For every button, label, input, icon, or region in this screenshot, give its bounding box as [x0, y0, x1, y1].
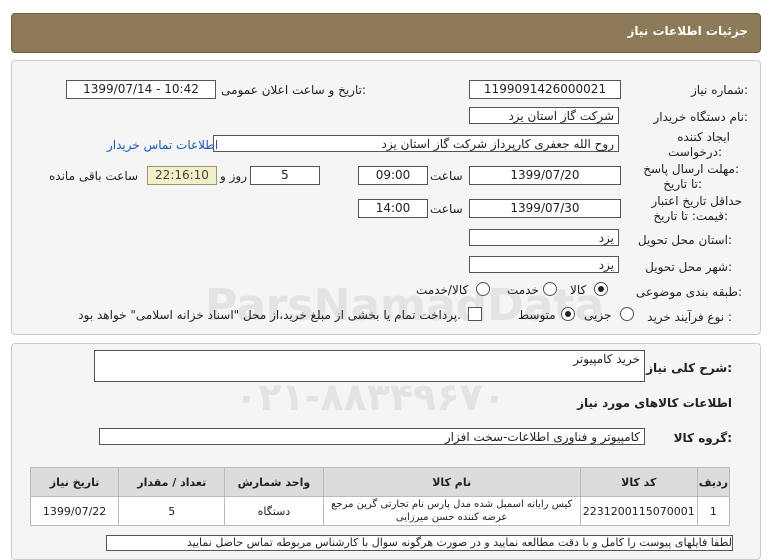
- days-field: 5: [250, 166, 320, 185]
- page-header: جزئیات اطلاعات نیاز: [11, 13, 761, 53]
- category-goods-service-label: کالا/خدمت: [416, 283, 469, 297]
- category-goods-service-radio[interactable]: [476, 282, 490, 296]
- row-number-cell: 1: [696, 496, 731, 526]
- creator-label-1: ایجاد کننده: [677, 130, 730, 144]
- city-field: یزد: [469, 256, 619, 273]
- page-title: جزئیات اطلاعات نیاز: [627, 24, 748, 38]
- date-cell: 1399/07/22: [29, 496, 120, 526]
- code-cell: 2231200115070001: [579, 496, 698, 526]
- deadline-time-label: ساعت: [430, 169, 463, 183]
- qty-cell: 5: [118, 496, 226, 526]
- table-header-name: نام کالا: [322, 467, 581, 497]
- process-partial-radio[interactable]: [620, 307, 634, 321]
- general-desc-field: خرید کامپیوتر: [94, 350, 645, 382]
- remaining-time-field: 22:16:10: [147, 166, 217, 185]
- buyer-org-field: شرکت گاز استان یزد: [469, 107, 619, 124]
- remaining-label: ساعت باقی مانده: [49, 169, 139, 183]
- table-header-unit: واحد شمارش: [224, 467, 324, 497]
- city-label: شهر محل تحویل:: [645, 260, 732, 274]
- treasury-payment-checkbox[interactable]: [468, 307, 482, 321]
- validity-date-field: 1399/07/30: [469, 199, 621, 218]
- table-row: 1 2231200115070001 کیس رایانه اسمبل شده …: [29, 496, 731, 526]
- validity-time-field: 14:00: [358, 199, 428, 218]
- goods-group-field: کامپیوتر و فناوری اطلاعات-سخت افزار: [99, 428, 645, 445]
- province-label: استان محل تحویل:: [637, 233, 732, 247]
- validity-label-1: حداقل تاریخ اعتبار: [651, 194, 742, 208]
- need-number-label: شماره نیاز:: [690, 83, 748, 97]
- buyer-contact-link[interactable]: اطلاعات تماس خریدار: [107, 138, 218, 152]
- category-service-label: خدمت: [507, 283, 539, 297]
- general-desc-label: شرح کلی نیاز:: [646, 361, 732, 375]
- goods-info-title: اطلاعات کالاهای مورد نیاز: [577, 396, 732, 410]
- days-label: روز و: [220, 169, 247, 183]
- process-partial-label: جزیی: [584, 308, 612, 322]
- deadline-time-field: 09:00: [358, 166, 428, 185]
- table-header-qty: تعداد / مقدار: [118, 467, 226, 497]
- process-medium-radio[interactable]: [561, 307, 575, 321]
- province-field: یزد: [469, 229, 619, 246]
- deadline-date-field: 1399/07/20: [469, 166, 621, 185]
- table-header-row-number: ردیف: [696, 467, 731, 497]
- treasury-payment-note: پرداخت تمام یا بخشی از مبلغ خرید،از محل …: [78, 308, 461, 322]
- category-label: طبقه بندی موضوعی:: [635, 285, 742, 299]
- buyer-notes-text: لطفا فایلهای پیوست را کامل و با دقت مطال…: [186, 536, 732, 549]
- buyer-notes-field: لطفا فایلهای پیوست را کامل و با دقت مطال…: [106, 535, 733, 551]
- creator-label-2: درخواست:: [668, 145, 722, 159]
- deadline-label-1: مهلت ارسال پاسخ:: [643, 162, 739, 176]
- announce-label: تاریخ و ساعت اعلان عمومی:: [221, 83, 366, 97]
- validity-time-label: ساعت: [430, 202, 463, 216]
- category-goods-radio[interactable]: [594, 282, 608, 296]
- buyer-org-label: نام دستگاه خریدار:: [653, 110, 749, 124]
- category-service-radio[interactable]: [543, 282, 557, 296]
- table-header-date: تاریخ نیاز: [29, 467, 120, 497]
- process-label: نوع فرآیند خرید :: [647, 310, 732, 324]
- need-number-field: 1199091426000021: [469, 80, 621, 99]
- creator-field: روح الله جعفری کارپرداز شرکت گاز استان ی…: [213, 135, 619, 152]
- table-header-code: کد کالا: [579, 467, 698, 497]
- name-cell: کیس رایانه اسمبل شده مدل پارس نام تجارتی…: [322, 496, 581, 526]
- process-medium-label: متوسط: [518, 308, 556, 322]
- validity-label-2: قیمت: تا تاریخ:: [653, 209, 728, 223]
- category-goods-label: کالا: [570, 283, 587, 297]
- goods-table: ردیف کد کالا نام کالا واحد شمارش تعداد /…: [29, 467, 731, 526]
- goods-group-label: گروه کالا:: [673, 431, 732, 445]
- announce-field: 1399/07/14 - 10:42: [66, 80, 216, 99]
- unit-cell: دستگاه: [224, 496, 324, 526]
- deadline-label-2: تا تاریخ:: [663, 177, 702, 191]
